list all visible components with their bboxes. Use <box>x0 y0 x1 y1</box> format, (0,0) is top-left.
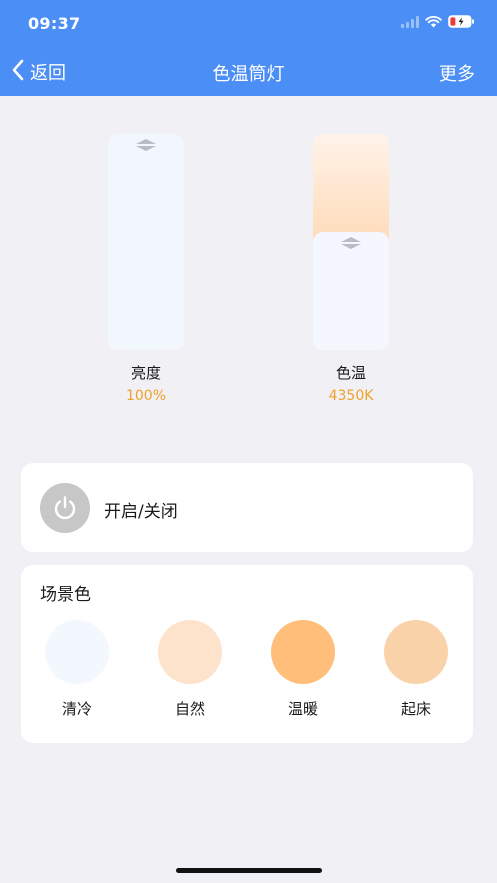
scene-swatch <box>271 620 335 684</box>
brightness-slider-knob[interactable] <box>108 134 184 350</box>
scene-swatch <box>45 620 109 684</box>
page-title: 色温筒灯 <box>212 64 285 85</box>
status-time: 09:37 <box>28 14 81 33</box>
scene-swatch <box>384 620 448 684</box>
scene-color-title: 场景色 <box>40 585 91 605</box>
drag-handle-icon <box>136 139 156 151</box>
top-bar: 09:37 返回 色温筒灯 更多 <box>0 0 497 96</box>
power-card: 开启/关闭 <box>21 463 473 552</box>
color-temperature-slider[interactable] <box>313 134 389 350</box>
status-icons <box>401 15 475 28</box>
brightness-value: 100% <box>125 388 167 404</box>
power-toggle-button[interactable] <box>40 483 90 533</box>
power-label: 开启/关闭 <box>104 502 178 522</box>
scene-wake-up[interactable]: 起床 <box>384 620 448 719</box>
scene-label: 清冷 <box>61 700 92 718</box>
brightness-label: 亮度 <box>130 364 161 382</box>
scene-swatch <box>158 620 222 684</box>
battery-icon <box>448 15 475 28</box>
brightness-slider[interactable] <box>108 134 184 350</box>
wifi-icon <box>425 15 442 28</box>
color-temperature-label: 色温 <box>335 364 366 382</box>
scene-label: 自然 <box>174 700 205 718</box>
color-temperature-value: 4350K <box>328 388 374 404</box>
more-button[interactable]: 更多 <box>439 60 475 86</box>
drag-handle-icon <box>341 237 361 249</box>
scene-natural[interactable]: 自然 <box>158 620 222 719</box>
scene-cool[interactable]: 清冷 <box>45 620 109 719</box>
power-icon <box>54 496 76 520</box>
color-temperature-slider-knob[interactable] <box>313 232 389 350</box>
home-indicator[interactable] <box>176 868 322 873</box>
scene-color-card: 场景色 清冷 自然 温暖 起床 <box>21 565 473 743</box>
scene-label: 起床 <box>400 700 431 718</box>
cellular-signal-icon <box>401 15 419 28</box>
scene-warm[interactable]: 温暖 <box>271 620 335 719</box>
scene-label: 温暖 <box>287 700 318 718</box>
